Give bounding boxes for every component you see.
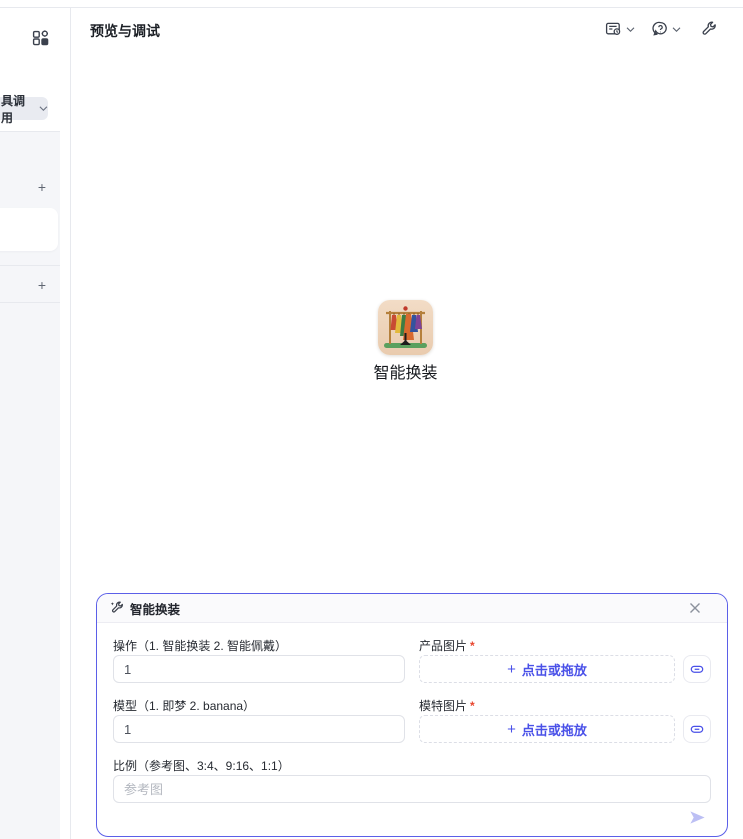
plus-icon: + xyxy=(507,660,516,678)
sidebar-divider xyxy=(0,265,60,266)
field-label: 模型（1. 即梦 2. banana） xyxy=(113,699,256,713)
send-button[interactable] xyxy=(687,807,707,827)
model-image-link-button[interactable] xyxy=(683,715,711,743)
app-name-label: 智能换装 xyxy=(373,365,438,382)
field-model: 模型（1. 即梦 2. banana） xyxy=(113,699,405,743)
preview-record-icon xyxy=(605,22,621,35)
sidebar-section-tool-call[interactable]: 具调用 xyxy=(0,94,48,125)
add-item-button[interactable]: + xyxy=(33,178,51,196)
panel-header: 智能换装 xyxy=(97,594,727,623)
tools-wrench-icon xyxy=(702,21,716,35)
panel-body: 操作（1. 智能换装 2. 智能佩戴） 产品图片 * + 点击或拖放 xyxy=(97,623,727,803)
dropzone-label: 点击或拖放 xyxy=(521,722,587,738)
chevron-down-icon xyxy=(672,26,681,32)
field-label: 操作（1. 智能换装 2. 智能佩戴） xyxy=(113,639,288,653)
sidebar-content: + + xyxy=(0,131,60,839)
chevron-down-icon xyxy=(39,106,48,112)
sidebar-divider xyxy=(0,302,60,303)
page-title: 预览与调试 xyxy=(90,23,160,39)
chevron-down-icon xyxy=(626,26,635,32)
field-label: 比例（参考图、3:4、9:16、1:1） xyxy=(113,759,290,773)
link-icon xyxy=(690,725,704,733)
required-mark: * xyxy=(470,639,475,653)
field-product-image: 产品图片 * + 点击或拖放 xyxy=(419,639,711,683)
close-button[interactable] xyxy=(687,600,703,616)
left-sidebar: 具调用 + + xyxy=(0,8,60,839)
product-image-dropzone[interactable]: + 点击或拖放 xyxy=(419,655,675,683)
magic-wrench-icon xyxy=(110,601,124,613)
model-image-dropzone[interactable]: + 点击或拖放 xyxy=(419,715,675,743)
apps-grid-icon xyxy=(32,29,48,45)
apps-grid-button[interactable] xyxy=(26,23,54,51)
debug-think-dropdown[interactable] xyxy=(652,21,681,37)
dropzone-label: 点击或拖放 xyxy=(521,662,587,678)
preview-record-dropdown[interactable] xyxy=(605,21,635,37)
debug-think-icon xyxy=(652,21,667,36)
field-label: 产品图片 * xyxy=(419,639,475,653)
field-label: 模特图片 * xyxy=(419,699,475,713)
add-item-button[interactable]: + xyxy=(33,276,51,294)
model-input[interactable] xyxy=(113,715,405,743)
content-left-border xyxy=(70,8,71,839)
top-divider xyxy=(0,7,743,8)
ratio-input[interactable] xyxy=(113,775,711,803)
send-icon xyxy=(689,810,705,824)
preview-debug-page: 具调用 + + 预览与调试 智能换装 智能换装 操作（1. 智能换装 2. 智能… xyxy=(0,0,743,839)
plus-icon: + xyxy=(37,277,47,293)
close-icon xyxy=(690,603,700,613)
tool-test-panel: 智能换装 操作（1. 智能换装 2. 智能佩戴） 产品图片 xyxy=(96,593,728,837)
plus-icon: + xyxy=(37,179,47,195)
product-image-link-button[interactable] xyxy=(683,655,711,683)
field-action: 操作（1. 智能换装 2. 智能佩戴） xyxy=(113,639,405,683)
action-input[interactable] xyxy=(113,655,405,683)
header-toolbar xyxy=(605,20,717,38)
required-mark: * xyxy=(470,699,475,713)
field-ratio: 比例（参考图、3:4、9:16、1:1） xyxy=(113,759,711,803)
panel-title: 智能换装 xyxy=(130,602,181,617)
tools-wrench-button[interactable] xyxy=(701,21,717,37)
plus-icon: + xyxy=(507,720,516,738)
clothes-rack-illustration xyxy=(384,306,427,348)
field-model-image: 模特图片 * + 点击或拖放 xyxy=(419,699,711,743)
app-icon[interactable] xyxy=(378,300,433,355)
sidebar-section-label: 具调用 xyxy=(1,93,26,125)
selected-tool-card[interactable] xyxy=(0,208,58,251)
link-icon xyxy=(690,665,704,673)
